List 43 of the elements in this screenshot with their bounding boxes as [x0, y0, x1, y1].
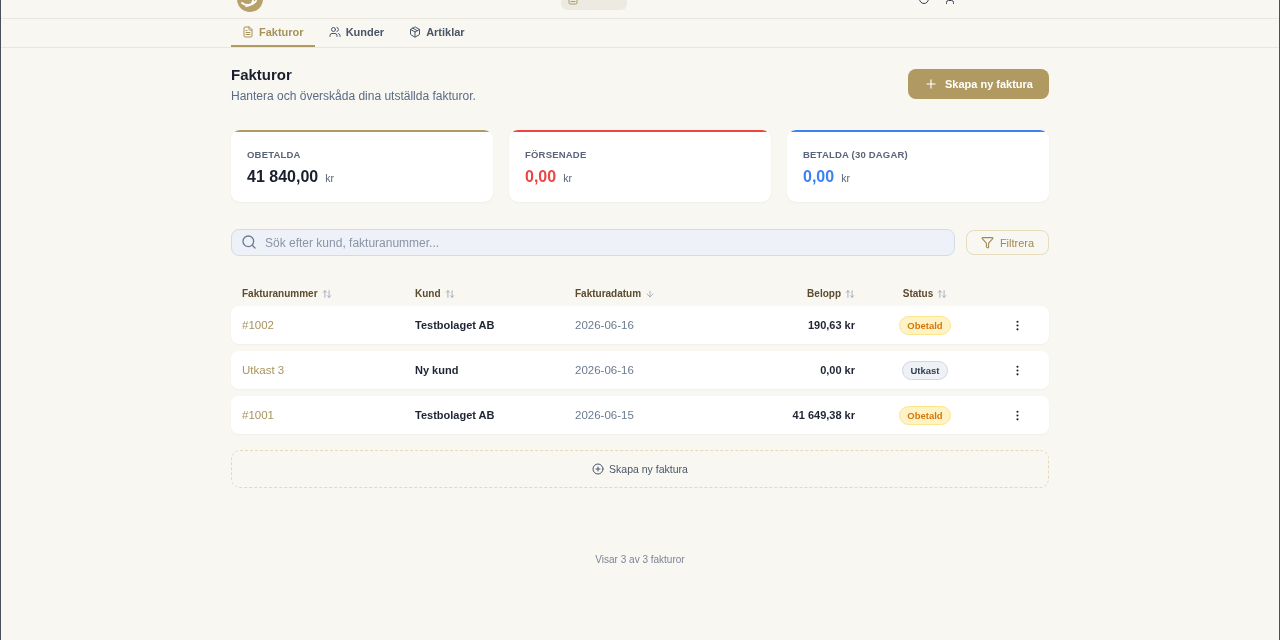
card-label: BETALDA (30 DAGAR) [803, 149, 909, 160]
people-icon [328, 26, 341, 38]
column-header[interactable]: Belopp [807, 288, 855, 299]
customer-cell: Testbolaget AB [415, 319, 495, 331]
invoice-row[interactable]: #1002 Testbolaget AB 2026-06-16 190,63 kr Obetald [231, 306, 1049, 344]
amount-cell: 41 649,38 kr [792, 409, 855, 421]
search-icon [241, 234, 257, 250]
column-header[interactable]: Status [902, 288, 948, 299]
amount-cell: 0,00 kr [820, 364, 855, 376]
amount-cell: 190,63 kr [807, 319, 855, 331]
status-badge: Obetald [899, 315, 951, 335]
column-header[interactable]: Fakturadatum [575, 288, 656, 299]
invoice-row[interactable]: Utkast 3 Ny kund 2026-06-16 0,00 kr Utkast [231, 351, 1049, 389]
results-count: Visar 3 av 3 fakturor [594, 554, 686, 565]
plus-circle-icon [592, 463, 605, 475]
filter-icon [980, 236, 994, 249]
currency-label: kr [563, 172, 572, 184]
column-header[interactable]: Fakturanummer [242, 288, 332, 299]
card-amount: 0,00 [803, 168, 835, 186]
customer-cell: Testbolaget AB [415, 409, 495, 421]
currency-label: kr [841, 172, 850, 184]
create-invoice-row[interactable]: Skapa ny faktura [231, 450, 1049, 488]
search-field[interactable]: Sök efter kund, fakturanummer... [231, 229, 955, 256]
customer-cell: Ny kund [415, 364, 459, 376]
nav-tab[interactable]: Artiklar [398, 19, 476, 47]
date-cell: 2026-06-16 [575, 364, 634, 376]
date-cell: 2026-06-15 [575, 409, 634, 421]
plus-icon [923, 77, 938, 91]
nav-tab[interactable]: Kunder [317, 19, 396, 47]
page-title: Fakturor [231, 66, 293, 83]
invoice-row[interactable]: #1001 Testbolaget AB 2026-06-15 41 649,38 kr Obetald [231, 396, 1049, 434]
status-badge: Obetald [899, 405, 951, 425]
card-amount: 41 840,00 [247, 168, 319, 186]
status-badge: Utkast [902, 360, 948, 380]
card-amount: 0,00 [525, 168, 557, 186]
box-icon [409, 26, 422, 38]
column-header[interactable]: Kund [415, 288, 455, 299]
page-subtitle: Hantera och överskåda dina utställda fakturor. [231, 89, 476, 103]
card-label: OBETALDA [247, 149, 302, 160]
document-icon [242, 26, 254, 38]
date-cell: 2026-06-16 [575, 319, 634, 331]
card-label: FÖRSENADE [525, 149, 588, 160]
currency-label: kr [325, 172, 334, 184]
